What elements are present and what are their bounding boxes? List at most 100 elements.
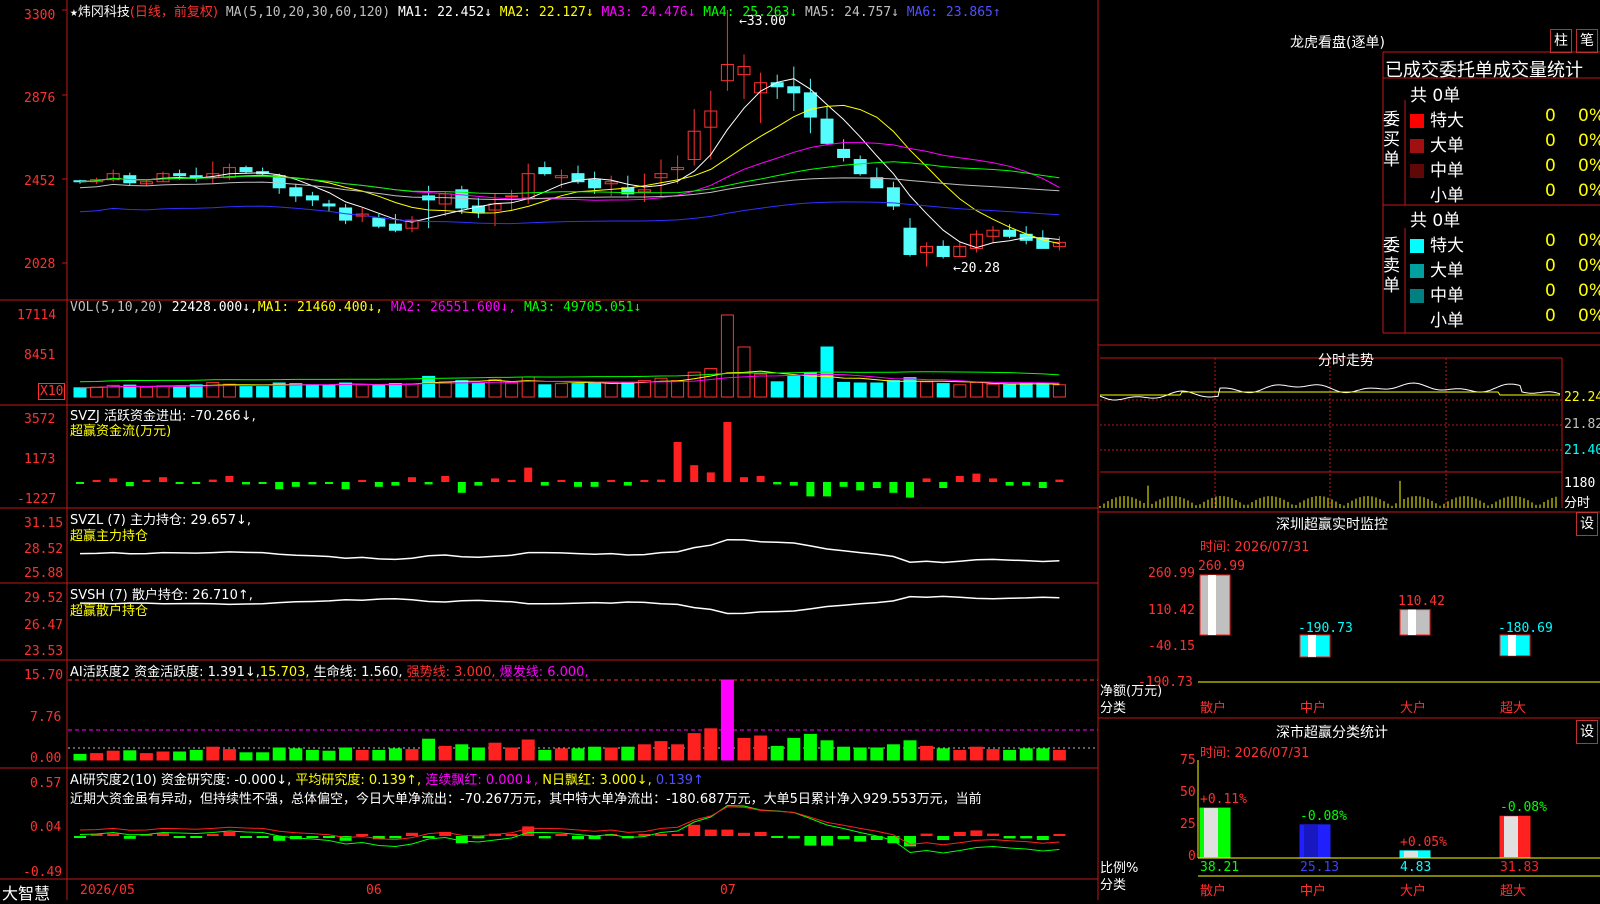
buy-total: 共 0单 [1410, 86, 1461, 106]
scfl-bar-highlight [1204, 808, 1218, 857]
research-bar [704, 829, 717, 836]
svzj-axis-1: 3572 [24, 412, 56, 427]
volume-bar-up [405, 383, 419, 398]
ai1-axis-3: 0.00 [30, 751, 62, 766]
research-bar [356, 834, 369, 836]
activity-bar [621, 746, 635, 761]
scfl-bar-highlight [1404, 850, 1418, 857]
research-bar [173, 836, 186, 838]
vol-ma1: MA1: 21460.400↓, [257, 300, 384, 315]
lhb-tab[interactable]: 已成交委托单成交量统计 [1385, 56, 1583, 82]
svzj-axis-3: -1227 [17, 492, 57, 507]
fund-outflow-bar [872, 482, 881, 488]
scfl-change: -0.08% [1500, 800, 1547, 816]
activity-bar [90, 753, 104, 761]
activity-bar [538, 749, 552, 761]
research-bar [406, 832, 418, 836]
fund-outflow-bar [889, 482, 898, 493]
fund-inflow-bar [358, 480, 367, 482]
volume-bar-down [936, 383, 950, 398]
candle-down [870, 177, 884, 189]
fund-inflow-bar [142, 480, 151, 482]
candle-down [305, 195, 319, 201]
stock-name[interactable]: 炜冈科技 [78, 5, 130, 20]
research-bar [206, 834, 219, 836]
sell-row: 大单 0 0% [1410, 256, 1600, 281]
row-count: 0 [1545, 131, 1556, 151]
scfl-category: 中户 [1300, 884, 1327, 899]
high-price-mark: ←33.00 [739, 14, 786, 29]
research-bar [256, 836, 269, 838]
volume-bar-down [388, 383, 402, 398]
szjk-bar-value: 110.42 [1398, 593, 1445, 609]
volume-bar-up [554, 383, 568, 398]
tick-mode-button[interactable]: 笔 [1576, 29, 1598, 53]
row-name: 大单 [1430, 261, 1464, 281]
activity-bar [704, 728, 718, 761]
szjk-category: 散户 [1200, 701, 1227, 716]
fund-outflow-bar [856, 482, 865, 491]
row-pct: 0% [1578, 306, 1600, 326]
scfl-settings-button[interactable]: 设 [1576, 720, 1598, 744]
activity-bar [803, 733, 817, 761]
szjk-axis-3: -40.15 [1148, 639, 1195, 654]
fund-outflow-bar [325, 482, 333, 484]
activity-bar [405, 749, 419, 761]
candle-down [588, 179, 602, 189]
scfl-time: 时间: 2026/07/31 [1200, 746, 1310, 761]
fund-inflow-bar [408, 477, 416, 482]
bar-mode-button[interactable]: 柱 [1550, 29, 1572, 53]
szjk-bar-highlight [1508, 635, 1516, 656]
research-bar [455, 836, 468, 844]
fund-outflow-bar [1022, 482, 1031, 486]
szjk-settings-button[interactable]: 设 [1576, 512, 1598, 536]
vol-axis-1: 17114 [17, 308, 57, 323]
research-bar [538, 836, 551, 839]
candle-down [289, 187, 303, 197]
volume-bar-down [256, 386, 270, 398]
research-bar [870, 836, 883, 840]
activity-bar [73, 753, 87, 761]
row-count: 0 [1545, 281, 1556, 301]
scfl-axis-2: 50 [1180, 785, 1196, 800]
szjk-category: 超大 [1500, 701, 1527, 716]
research-bar [306, 836, 319, 838]
activity-bar [322, 750, 336, 761]
fenshi-vol-1: 1180 [1564, 476, 1596, 491]
activity-bar [189, 749, 203, 761]
volume-bar-up [637, 380, 651, 398]
row-pct: 0% [1578, 131, 1600, 151]
date-label-3: 07 [720, 883, 736, 898]
volume-bar-down [588, 381, 602, 398]
candle-down [853, 159, 867, 175]
activity-bar [986, 749, 1000, 761]
research-bar [787, 836, 800, 839]
ma6-value: MA6: 23.865↑ [906, 5, 1001, 20]
vol-ma2: MA2: 26551.600↓, [390, 300, 517, 315]
row-pct: 0% [1578, 106, 1600, 126]
scfl-category: 超大 [1500, 884, 1527, 899]
fund-outflow-bar [789, 482, 798, 486]
fund-outflow-bar [175, 482, 184, 484]
research-bar [505, 834, 518, 836]
volume-bar-down [571, 383, 585, 398]
volume-bar-up [521, 376, 535, 398]
szjk-bar-highlight [1408, 609, 1416, 635]
scfl-bar-highlight [1304, 824, 1318, 857]
volume-bar-down [339, 382, 353, 398]
row-pct: 0% [1578, 281, 1600, 301]
volume-bar-up [206, 381, 220, 398]
fund-outflow-bar [341, 482, 350, 490]
ai1-label: AI活跃度2 资金活跃度: 1.391↓, [70, 665, 260, 680]
color-swatch [1410, 289, 1424, 303]
fund-inflow-bar [92, 480, 101, 482]
volume-bar-up [604, 382, 618, 398]
svzl-sub: 超赢主力持仓 [70, 529, 149, 544]
activity-bar [571, 748, 585, 761]
fund-inflow-bar [491, 478, 499, 482]
activity-bar [123, 750, 137, 761]
fund-outflow-bar [291, 482, 300, 487]
fund-outflow-bar [773, 482, 782, 485]
fenshi-price-1: 22.24 [1564, 390, 1600, 405]
fund-inflow-bar [989, 478, 997, 482]
